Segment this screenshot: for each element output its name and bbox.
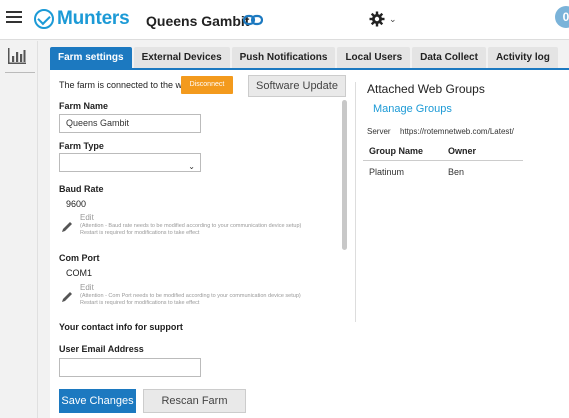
- form-scrollbar[interactable]: [342, 98, 348, 388]
- column-divider: [355, 82, 356, 322]
- email-input[interactable]: [59, 358, 201, 377]
- logo-check-icon: [34, 9, 54, 29]
- tab-activity-log[interactable]: Activity log: [487, 47, 558, 68]
- owner-header: Owner: [448, 146, 477, 156]
- bar-chart-icon[interactable]: [7, 47, 27, 65]
- com-port-label: Com Port: [59, 253, 100, 263]
- settings-menu[interactable]: ⌄: [369, 11, 397, 27]
- pencil-icon[interactable]: [60, 220, 74, 234]
- farm-title: Queens Gambit: [146, 13, 250, 29]
- email-label: User Email Address: [59, 344, 144, 354]
- group-name-cell: Platinum: [369, 167, 405, 177]
- farm-type-select[interactable]: ⌄: [59, 153, 201, 172]
- disconnect-button[interactable]: Disconnect: [181, 76, 233, 94]
- com-restart-note: Restart is required for modifications to…: [80, 300, 200, 306]
- support-heading: Your contact info for support: [59, 322, 183, 332]
- baud-edit-link[interactable]: Edit: [80, 213, 94, 222]
- menu-icon[interactable]: [6, 11, 22, 25]
- group-name-header: Group Name: [369, 146, 424, 156]
- web-groups-title: Attached Web Groups: [367, 82, 485, 96]
- software-update-button[interactable]: Software Update: [248, 75, 346, 97]
- scrollbar-thumb[interactable]: [342, 100, 347, 250]
- rail-divider: [5, 72, 35, 73]
- baud-restart-note: Restart is required for modifications to…: [80, 230, 200, 236]
- tab-external-devices[interactable]: External Devices: [133, 47, 230, 68]
- farm-type-label: Farm Type: [59, 141, 104, 151]
- com-port-value: COM1: [66, 268, 93, 278]
- brand-name: Munters: [57, 8, 130, 29]
- form-actions: Save Changes Rescan Farm Houses: [50, 388, 355, 418]
- notification-badge[interactable]: 0: [555, 6, 569, 28]
- gear-icon: [369, 11, 385, 27]
- pencil-icon[interactable]: [60, 290, 74, 304]
- munters-logo[interactable]: Munters: [34, 8, 130, 30]
- tab-farm-settings[interactable]: Farm settings: [50, 47, 132, 68]
- top-bar: Munters Queens Gambit ⌄ 0: [0, 0, 569, 40]
- left-rail: [0, 41, 38, 418]
- farm-settings-panel: The farm is connected to the web Disconn…: [50, 68, 569, 418]
- farm-name-input[interactable]: Queens Gambit: [59, 114, 201, 133]
- chevron-down-icon: ⌄: [389, 13, 397, 24]
- server-url: https://rotemnetweb.com/Latest/: [400, 127, 514, 136]
- com-edit-block: Edit (Attention - Com Port needs to be m…: [60, 283, 350, 317]
- baud-edit-block: Edit (Attention - Baud rate needs to be …: [60, 213, 350, 247]
- link-icon[interactable]: [243, 14, 263, 26]
- settings-form: The farm is connected to the web Disconn…: [50, 70, 350, 388]
- chevron-down-icon: ⌄: [188, 162, 195, 171]
- farm-name-label: Farm Name: [59, 101, 109, 111]
- tab-data-collect[interactable]: Data Collect: [412, 47, 486, 68]
- baud-rate-label: Baud Rate: [59, 184, 104, 194]
- save-changes-button[interactable]: Save Changes: [59, 389, 136, 413]
- server-label: Server: [367, 127, 391, 136]
- com-edit-link[interactable]: Edit: [80, 283, 94, 292]
- tab-local-users[interactable]: Local Users: [337, 47, 411, 68]
- rescan-farm-houses-button[interactable]: Rescan Farm Houses: [143, 389, 246, 418]
- tab-bar: Farm settings External Devices Push Noti…: [50, 47, 560, 68]
- manage-groups-link[interactable]: Manage Groups: [373, 103, 452, 115]
- com-edit-note: (Attention - Com Port needs to be modifi…: [80, 293, 301, 299]
- connection-status: The farm is connected to the web: [59, 80, 193, 90]
- baud-rate-value: 9600: [66, 199, 87, 209]
- owner-cell: Ben: [448, 167, 465, 177]
- baud-edit-note: (Attention - Baud rate needs to be modif…: [80, 223, 302, 229]
- table-divider: [363, 160, 523, 161]
- tab-push-notifications[interactable]: Push Notifications: [231, 47, 336, 68]
